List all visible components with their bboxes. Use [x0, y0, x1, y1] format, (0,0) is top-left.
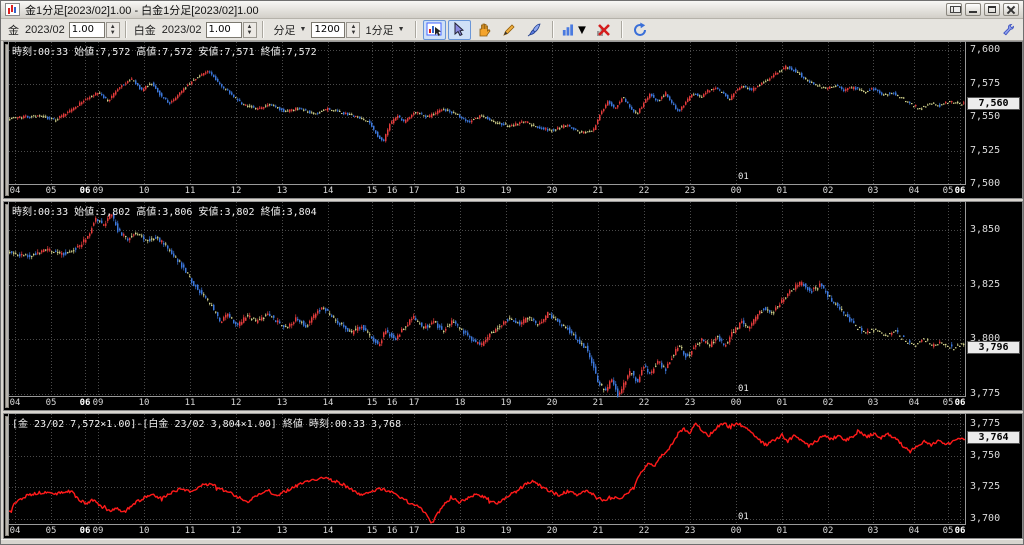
bar-style-button[interactable]: ▼	[560, 20, 590, 40]
pencil-draw-icon	[503, 23, 515, 36]
hand-pan-button[interactable]	[473, 20, 496, 40]
chart-window: 金1分足[2023/02]1.00 - 白金1分足[2023/02]1.00 金…	[0, 0, 1024, 545]
refresh-icon	[634, 22, 647, 36]
titlebar[interactable]: 金1分足[2023/02]1.00 - 白金1分足[2023/02]1.00	[1, 1, 1023, 19]
hand-pan-icon	[479, 23, 491, 36]
refresh-button[interactable]	[629, 20, 652, 40]
chart-pointer-button[interactable]	[422, 19, 446, 40]
chevron-down-icon: ▼	[575, 22, 589, 37]
spread-formula-info: [金 23/02 7,572×1.00]-[白金 23/02 3,804×1.0…	[12, 419, 402, 430]
platinum-label: 白金	[133, 24, 156, 37]
new-window-button[interactable]	[946, 3, 962, 16]
app-icon	[5, 3, 20, 16]
window-title: 金1分足[2023/02]1.00 - 白金1分足[2023/02]1.00	[25, 4, 259, 17]
clear-drawings-button[interactable]	[592, 20, 615, 40]
close-button[interactable]	[1003, 3, 1019, 16]
select-arrow-button[interactable]	[447, 19, 471, 40]
bar-chart-icon	[562, 23, 573, 36]
platinum-multiplier-input[interactable]	[205, 21, 242, 38]
toolbar-separator	[414, 21, 417, 38]
pencil-draw-button[interactable]	[498, 20, 521, 40]
maximize-button[interactable]	[984, 3, 1000, 16]
gold-multiplier-spinner[interactable]: ▲ ▼	[105, 21, 120, 38]
bar-count-spinner[interactable]: ▲ ▼	[346, 21, 361, 38]
bar-count-input[interactable]	[311, 21, 346, 38]
pen-annotate-icon	[527, 23, 541, 36]
window-bottom-edge	[1, 539, 1023, 544]
ohlc-info-gold: 時刻:00:33 始値:7,572 高値:7,572 安値:7,571 終値:7…	[12, 47, 317, 58]
platinum-month-label: 2023/02	[161, 23, 202, 36]
pen-annotate-button[interactable]	[523, 20, 546, 40]
select-arrow-icon	[454, 21, 465, 36]
chart-pointer-icon	[426, 22, 442, 36]
chart-panel-gold[interactable]	[3, 41, 1023, 199]
bar-interval-dropdown[interactable]: 1分足 ▼	[361, 21, 408, 39]
chevron-down-icon: ▼	[397, 26, 405, 33]
panel-left-strip[interactable]	[5, 44, 9, 196]
window-controls	[943, 3, 1019, 16]
toolbar-separator	[261, 21, 264, 38]
bar-type-dropdown[interactable]: 分足 ▼	[270, 21, 311, 39]
toolbar-separator	[551, 21, 554, 38]
chart-panel-spread[interactable]	[3, 413, 1023, 539]
gold-month-label: 2023/02	[25, 23, 65, 36]
chevron-down-icon: ▼	[299, 26, 307, 33]
chart-panel-platinum[interactable]	[3, 201, 1023, 411]
ohlc-info-platinum: 時刻:00:33 始値:3,802 高値:3,806 安値:3,802 終値:3…	[12, 207, 317, 218]
clear-chart-icon	[597, 23, 610, 36]
gold-label: 金	[8, 24, 19, 37]
toolbar-separator	[124, 21, 127, 38]
toolbar-separator	[620, 21, 623, 38]
settings-wrench-icon[interactable]	[1002, 23, 1016, 37]
gold-multiplier-input[interactable]	[68, 21, 105, 38]
platinum-multiplier-spinner[interactable]: ▲ ▼	[242, 21, 257, 38]
panel-left-strip[interactable]	[5, 204, 9, 408]
toolbar: 金 2023/02 ▲▼ 白金 2023/02 ▲▼ 分足▼ ▲▼ 1分足▼	[1, 19, 1023, 41]
panel-left-strip[interactable]	[5, 416, 9, 536]
minimize-button[interactable]	[965, 3, 981, 16]
